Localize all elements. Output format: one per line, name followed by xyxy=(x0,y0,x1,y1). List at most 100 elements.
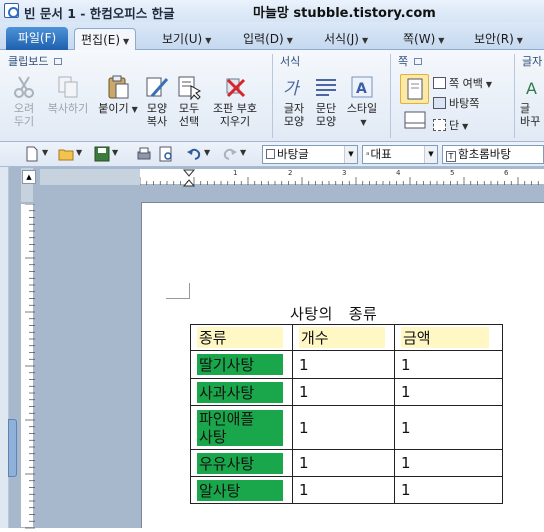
indent-marker-icon[interactable] xyxy=(183,169,195,187)
select-all-label: 모두 선택 xyxy=(178,102,200,128)
clipboard-group-title: 클립보드 xyxy=(8,53,62,69)
table-cell[interactable]: 우유사탕 xyxy=(190,449,293,477)
font-combo[interactable]: T 함초롬바탕 xyxy=(442,145,544,164)
table-cell[interactable]: 1 xyxy=(292,476,395,504)
copy-button[interactable]: 복사하기 xyxy=(42,74,94,115)
chevron-down-icon: ▼ xyxy=(360,118,367,127)
horizontal-ruler[interactable]: 1 2 3 4 5 6 xyxy=(139,169,544,185)
table-cell[interactable]: 1 xyxy=(394,378,503,406)
open-folder-icon[interactable] xyxy=(58,146,74,162)
background-page-label: 바탕쪽 xyxy=(449,97,480,110)
style-button[interactable]: A 스타일 ▼ xyxy=(343,74,381,129)
chevron-down-icon[interactable]: ▼ xyxy=(76,148,82,157)
language-combo[interactable]: ᵃ대표 ▼ xyxy=(362,145,438,164)
tab-insert[interactable]: 입력(D) ▼ xyxy=(243,28,293,50)
page-title-label: 쪽 xyxy=(398,55,409,68)
tab-edit[interactable]: 편집(E) ▼ xyxy=(74,28,137,50)
side-panel-toggle[interactable] xyxy=(8,419,17,477)
table-cell[interactable]: 사과사탕 xyxy=(190,378,293,406)
chevron-down-icon[interactable]: ▼ xyxy=(42,148,48,157)
para-shape-label: 문단 모양 xyxy=(315,102,337,128)
font-type-icon: T xyxy=(446,151,456,162)
style-combo-value: 바탕글 xyxy=(277,147,309,161)
page-layout-button[interactable] xyxy=(400,108,429,134)
print-icon[interactable] xyxy=(136,146,152,162)
style-combo-icon xyxy=(266,149,275,159)
tab-edit-label: 편집(E) xyxy=(81,33,121,47)
new-document-icon[interactable] xyxy=(24,146,40,162)
header-cell[interactable]: 종류 xyxy=(190,324,293,351)
chevron-down-icon[interactable]: ▼ xyxy=(112,148,118,157)
tab-page[interactable]: 쪽(W) ▼ xyxy=(403,28,444,50)
page-margins-button[interactable]: 쪽 여백 ▼ xyxy=(433,76,492,92)
scissors-icon xyxy=(14,76,34,98)
page-layout-icon xyxy=(404,111,426,129)
undo-icon[interactable] xyxy=(186,146,202,162)
table-cell[interactable]: 1 xyxy=(394,350,503,379)
table-cell[interactable]: 1 xyxy=(394,449,503,477)
chevron-down-icon: ▼ xyxy=(462,122,469,131)
char-shape-button[interactable]: 가 글자 모양 xyxy=(278,74,310,128)
erase-marks-icon xyxy=(226,78,246,98)
ribbon: 클립보드 오려 두기 복사하기 붙이기 ▼ 모양 복사 모두 선택 조판 부호 … xyxy=(0,50,544,142)
tab-security-label: 보안(R) xyxy=(474,32,514,46)
table-cell[interactable]: 1 xyxy=(292,378,395,406)
vertical-ruler[interactable] xyxy=(20,203,35,529)
tab-security[interactable]: 보안(R) ▼ xyxy=(474,28,523,50)
dialog-launcher-icon[interactable] xyxy=(413,58,422,65)
table-cell[interactable]: 1 xyxy=(292,350,395,379)
dialog-launcher-icon[interactable] xyxy=(53,58,62,65)
table-cell[interactable]: 1 xyxy=(394,476,503,504)
table-cell[interactable]: 1 xyxy=(394,405,503,450)
document-page[interactable]: 사탕의 종류 종류 개수 금액 딸기사탕 1 1 사과사탕 1 1 파인애플 사… xyxy=(141,202,544,528)
file-menu-tab[interactable]: 파일(F) xyxy=(6,27,68,50)
table-cell[interactable]: 딸기사탕 xyxy=(190,350,293,379)
chevron-down-icon[interactable]: ▼ xyxy=(240,148,246,157)
window-title: 빈 문서 1 - 한컴오피스 한글 xyxy=(24,6,175,21)
tab-format[interactable]: 서식(J) ▼ xyxy=(324,28,368,50)
format-copy-button[interactable]: 모양 복사 xyxy=(142,74,172,128)
columns-icon xyxy=(433,119,446,131)
svg-text:가: 가 xyxy=(283,79,301,99)
glyph-convert-label: 글 바꾸 xyxy=(520,102,541,128)
header-cell[interactable]: 금액 xyxy=(394,324,503,351)
remove-marks-button[interactable]: 조판 부호 지우기 xyxy=(206,74,264,128)
remove-marks-label: 조판 부호 지우기 xyxy=(213,102,257,128)
table-cell[interactable]: 1 xyxy=(292,449,395,477)
ruler-corner-button[interactable]: ▲ xyxy=(22,170,36,184)
background-page-button[interactable]: 바탕쪽 xyxy=(433,96,479,112)
ruler-number: 4 xyxy=(396,169,401,177)
chevron-down-icon[interactable]: ▼ xyxy=(204,148,210,157)
table-cell[interactable]: 파인애플 사탕 xyxy=(190,405,293,450)
title-bar: 빈 문서 1 - 한컴오피스 한글 마늘망 stubble.tistory.co… xyxy=(0,0,544,22)
app-icon[interactable] xyxy=(4,3,19,18)
header-type: 종류 xyxy=(197,327,283,348)
candy-table[interactable]: 종류 개수 금액 딸기사탕 1 1 사과사탕 1 1 파인애플 사탕 1 1 우… xyxy=(190,324,503,504)
paste-button[interactable]: 붙이기 ▼ xyxy=(98,74,138,116)
para-shape-button[interactable]: 문단 모양 xyxy=(310,74,342,128)
header-cell[interactable]: 개수 xyxy=(292,324,395,351)
redo-icon[interactable] xyxy=(222,146,238,162)
preview-icon[interactable] xyxy=(158,146,174,162)
table-row: 딸기사탕 1 1 xyxy=(190,350,503,379)
page-setup-button[interactable] xyxy=(400,74,429,104)
table-cell[interactable]: 알사탕 xyxy=(190,476,293,504)
page-icon xyxy=(407,78,423,100)
columns-button[interactable]: 단 ▼ xyxy=(433,118,468,134)
margins-icon xyxy=(433,77,446,89)
chevron-down-icon[interactable]: ▼ xyxy=(344,146,357,163)
clipboard-title-label: 클립보드 xyxy=(8,55,49,68)
cut-button[interactable]: 오려 두기 xyxy=(6,74,42,128)
save-icon[interactable] xyxy=(94,146,110,162)
table-cell[interactable]: 1 xyxy=(292,405,395,450)
chevron-down-icon: ▼ xyxy=(131,105,138,114)
group-separator xyxy=(390,54,391,138)
language-icon: ᵃ xyxy=(366,151,370,161)
tab-view[interactable]: 보기(U) ▼ xyxy=(162,28,211,50)
style-combo[interactable]: 바탕글 ▼ xyxy=(262,145,358,164)
select-all-button[interactable]: 모두 선택 xyxy=(174,74,204,128)
language-combo-value: 대표 xyxy=(370,147,392,161)
chevron-down-icon[interactable]: ▼ xyxy=(424,146,437,163)
glyph-convert-button[interactable]: A 글 바꾸 xyxy=(520,74,544,128)
tab-insert-label: 입력(D) xyxy=(243,32,284,46)
